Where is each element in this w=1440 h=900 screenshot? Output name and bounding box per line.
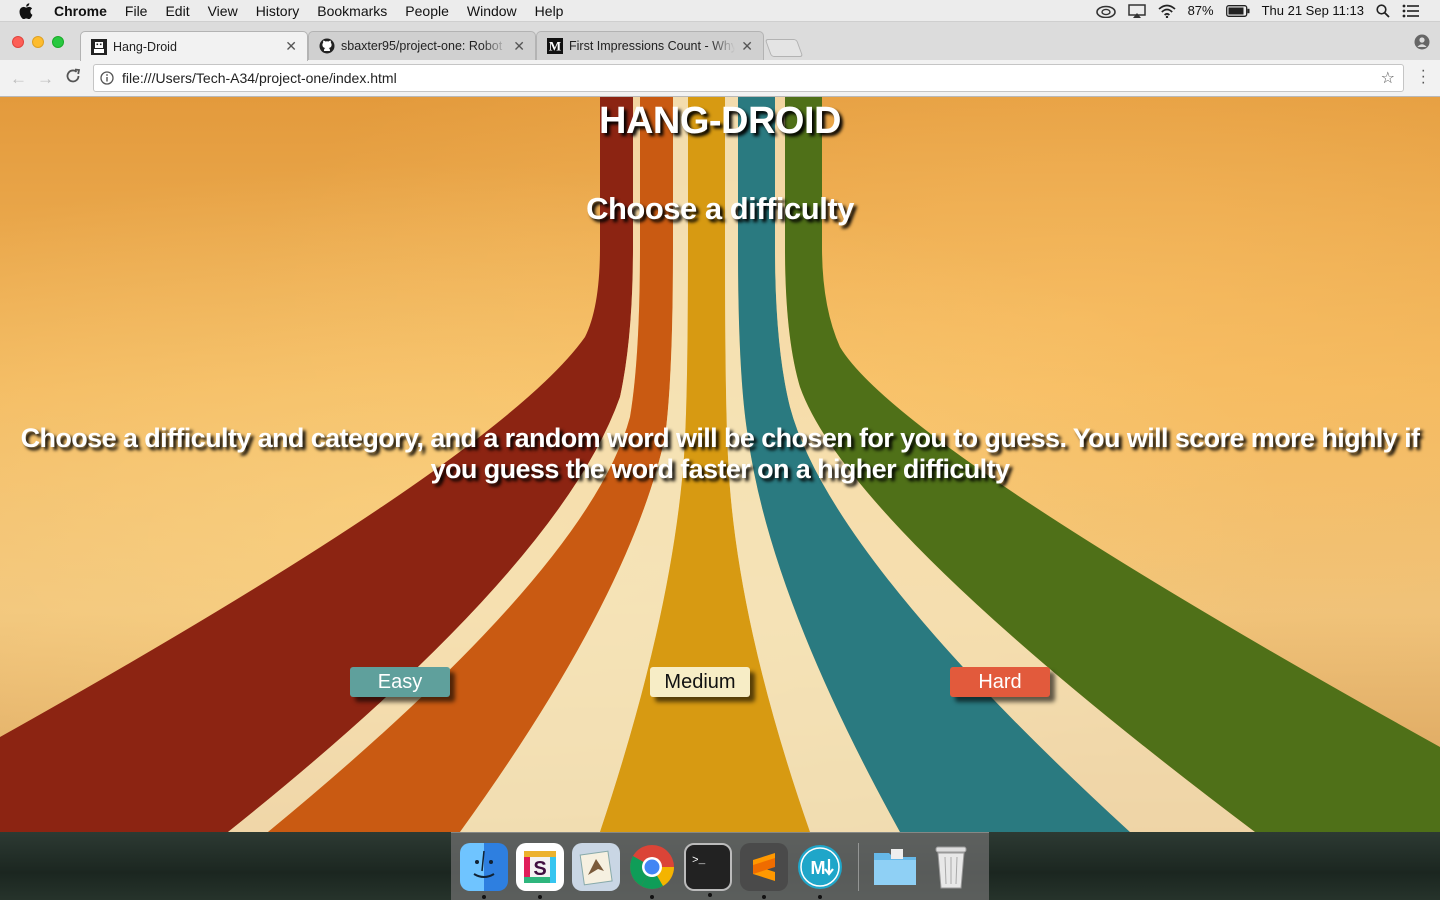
menubar-status-area: 87% Thu 21 Sep 11:13 xyxy=(1095,3,1440,18)
running-indicator xyxy=(708,892,712,897)
downloads-folder-icon[interactable] xyxy=(871,843,919,891)
tab-close-icon[interactable]: ✕ xyxy=(741,38,753,55)
menu-help[interactable]: Help xyxy=(535,3,564,19)
running-indicator xyxy=(818,894,822,899)
profile-icon[interactable] xyxy=(1414,34,1430,55)
reload-icon[interactable] xyxy=(65,68,81,89)
page-viewport: HANG-DROID Choose a difficulty Choose a … xyxy=(0,97,1440,832)
markdown-editor-icon[interactable]: M xyxy=(796,843,844,899)
slack-icon[interactable]: S xyxy=(516,842,564,899)
wifi-icon[interactable] xyxy=(1158,4,1176,18)
easy-button[interactable]: Easy xyxy=(350,667,450,697)
browser-toolbar: ← → file:///Users/Tech-A34/project-one/i… xyxy=(0,60,1440,97)
medium-button[interactable]: Medium xyxy=(650,667,750,697)
tab-title: sbaxter95/project-one: Robot xyxy=(341,39,503,53)
running-indicator xyxy=(762,894,766,899)
finder-icon[interactable] xyxy=(460,842,508,899)
spotlight-search-icon[interactable] xyxy=(1376,3,1390,18)
medium-icon: M xyxy=(547,38,563,54)
site-info-icon[interactable] xyxy=(100,71,114,85)
battery-percentage: 87% xyxy=(1187,3,1214,18)
svg-text:S: S xyxy=(533,858,546,880)
svg-text:>_: >_ xyxy=(692,855,706,867)
menu-people[interactable]: People xyxy=(405,3,449,19)
macos-menu-bar: Chrome File Edit View History Bookmarks … xyxy=(0,0,1440,22)
dock-separator xyxy=(858,842,859,891)
airplay-icon[interactable] xyxy=(1127,3,1146,18)
instructions-text: Choose a difficulty and category, and a … xyxy=(20,423,1420,484)
new-tab-button[interactable] xyxy=(764,39,804,57)
terminal-icon[interactable]: >_ xyxy=(684,842,732,897)
apple-logo-icon[interactable] xyxy=(19,2,41,19)
browser-tab-strip: Hang-Droid ✕ sbaxter95/project-one: Robo… xyxy=(0,22,1440,61)
window-minimize-button[interactable] xyxy=(32,36,44,48)
tab-hang-droid[interactable]: Hang-Droid ✕ xyxy=(80,31,308,61)
menu-app-name[interactable]: Chrome xyxy=(54,3,107,19)
tab-github-project[interactable]: sbaxter95/project-one: Robot ✕ xyxy=(308,31,536,60)
tab-medium-article[interactable]: M First Impressions Count - Why ✕ xyxy=(536,31,764,60)
forward-arrow-icon[interactable]: → xyxy=(37,69,54,89)
bookmark-star-icon[interactable]: ☆ xyxy=(1381,68,1395,88)
menu-file[interactable]: File xyxy=(125,3,148,19)
back-arrow-icon[interactable]: ← xyxy=(10,69,27,89)
url-text[interactable]: file:///Users/Tech-A34/project-one/index… xyxy=(122,70,397,86)
menu-edit[interactable]: Edit xyxy=(165,3,189,19)
notification-center-icon[interactable] xyxy=(1402,4,1420,18)
sublime-text-icon[interactable] xyxy=(740,842,788,899)
menu-bookmarks[interactable]: Bookmarks xyxy=(317,3,387,19)
window-zoom-button[interactable] xyxy=(52,36,64,48)
window-close-button[interactable] xyxy=(12,36,24,48)
hard-button[interactable]: Hard xyxy=(950,667,1050,697)
tab-close-icon[interactable]: ✕ xyxy=(285,38,297,55)
creative-cloud-icon[interactable] xyxy=(1095,4,1116,18)
tab-title: First Impressions Count - Why xyxy=(569,39,736,53)
trash-icon[interactable] xyxy=(927,843,975,891)
menu-history[interactable]: History xyxy=(256,3,300,19)
menu-view[interactable]: View xyxy=(208,3,238,19)
battery-icon[interactable] xyxy=(1225,4,1250,17)
github-icon xyxy=(319,38,335,54)
mail-icon[interactable] xyxy=(572,842,620,891)
running-indicator xyxy=(538,894,542,899)
menu-window[interactable]: Window xyxy=(467,3,517,19)
page-subtitle: Choose a difficulty xyxy=(586,191,854,226)
running-indicator xyxy=(482,894,486,899)
chrome-icon[interactable] xyxy=(628,843,676,899)
chrome-menu-icon[interactable]: · · · xyxy=(1421,63,1426,91)
svg-text:M: M xyxy=(811,858,826,878)
macos-dock: S >_ M xyxy=(451,832,989,900)
address-bar[interactable]: file:///Users/Tech-A34/project-one/index… xyxy=(93,64,1404,92)
clock-datetime[interactable]: Thu 21 Sep 11:13 xyxy=(1262,3,1364,18)
running-indicator xyxy=(650,894,654,899)
page-title: HANG-DROID xyxy=(599,100,841,142)
svg-text:M: M xyxy=(549,39,561,54)
hang-droid-favicon-icon xyxy=(91,38,107,55)
tab-title: Hang-Droid xyxy=(113,39,177,54)
tab-close-icon[interactable]: ✕ xyxy=(513,38,525,55)
